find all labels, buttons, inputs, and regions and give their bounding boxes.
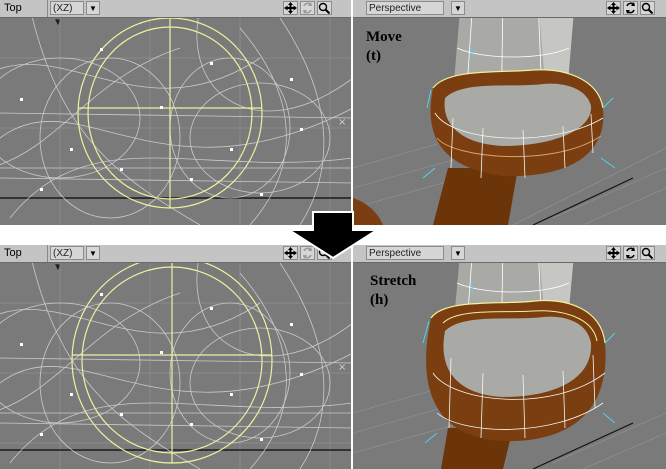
viewport-menu-button[interactable]: ▼ [86,246,100,260]
tool-name-move: Move [366,29,402,45]
perspective-viewport-upper[interactable]: Perspective ▼ Move (t) [353,0,666,225]
svg-text:×: × [338,362,346,373]
move-view-icon[interactable] [606,1,621,15]
rotate-view-icon[interactable] [623,246,638,260]
zoom-view-icon[interactable] [317,1,332,15]
viewport-menu-button[interactable]: ▼ [451,1,465,15]
viewport-header: Perspective ▼ [353,245,666,263]
axis-label: (XZ) [53,3,73,14]
rotate-view-icon[interactable] [300,1,315,15]
zoom-view-icon[interactable] [640,1,655,15]
tool-name-stretch: Stretch [370,273,417,289]
axis-dropdown[interactable]: (XZ) ▼ [50,246,84,273]
perspective-model-render [353,18,666,225]
viewport-header: Top (XZ) ▼ ▼ [0,0,353,28]
perspective-viewport-lower[interactable]: Perspective ▼ Stretch (h) [353,245,666,469]
view-type-label[interactable]: Top [0,245,48,262]
zoom-view-icon[interactable] [640,246,655,260]
perspective-model-render [353,263,666,469]
top-viewport-upper[interactable]: Top (XZ) ▼ ▼ × [0,0,353,225]
move-view-icon[interactable] [283,1,298,15]
down-arrow-icon [285,211,381,260]
rotate-view-icon[interactable] [623,1,638,15]
tool-shortcut-move: (t) [366,48,381,64]
axis-dropdown[interactable]: (XZ) ▼ [50,1,84,28]
move-view-icon[interactable] [606,246,621,260]
top-view-wireframe: × [0,18,353,225]
axis-label: (XZ) [53,248,73,259]
tool-shortcut-stretch: (h) [370,292,389,308]
svg-text:×: × [338,117,346,128]
viewport-header: Perspective ▼ [353,0,666,18]
viewport-menu-button[interactable]: ▼ [451,246,465,260]
top-viewport-lower[interactable]: Top (XZ) ▼ ▼ × [0,245,353,469]
view-type-label: Perspective [369,3,422,14]
view-type-dropdown[interactable]: Perspective [366,1,444,15]
view-type-label[interactable]: Top [0,0,48,17]
top-view-wireframe: × [0,263,353,469]
viewport-menu-button[interactable]: ▼ [86,1,100,15]
